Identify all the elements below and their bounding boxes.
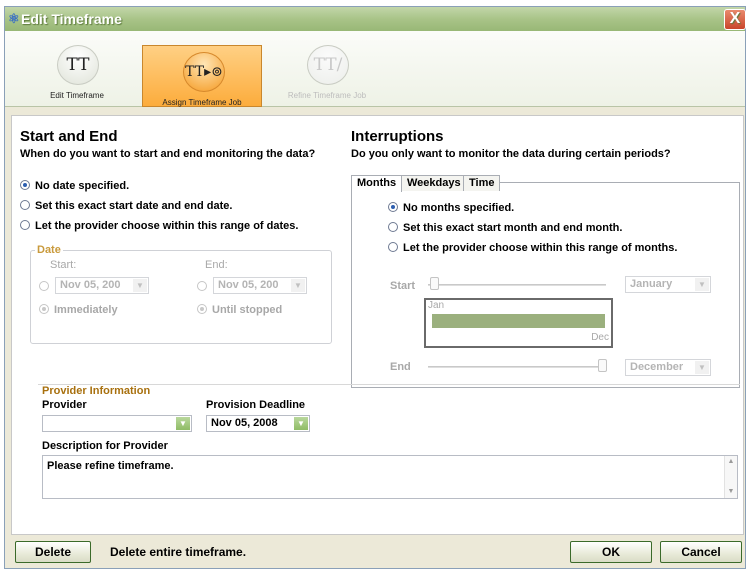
radio-exact-dates[interactable]: Set this exact start date and end date. xyxy=(20,200,232,212)
end-label: End: xyxy=(205,259,228,271)
start-label: Start: xyxy=(50,259,77,271)
provider-label: Provider xyxy=(42,399,87,411)
chevron-down-icon[interactable]: ▼ xyxy=(176,417,190,430)
ok-button[interactable]: OK xyxy=(570,541,652,563)
start-date-picker: Nov 05, 200 ▼ xyxy=(55,277,149,294)
radio-label: Let the provider choose within this rang… xyxy=(403,242,678,254)
start-immediately-option: Immediately xyxy=(39,304,118,316)
end-date-picker: Nov 05, 200 ▼ xyxy=(213,277,307,294)
step-label: Assign Timeframe Job xyxy=(162,98,242,107)
range-to-label: Dec xyxy=(591,332,609,343)
radio-no-months[interactable]: No months specified. xyxy=(388,202,514,214)
chevron-down-icon[interactable]: ▼ xyxy=(294,417,308,430)
radio-button[interactable] xyxy=(20,200,30,210)
window-title: Edit Timeframe xyxy=(21,11,122,27)
description-value: Please refine timeframe. xyxy=(47,460,174,472)
date-group-title: Date xyxy=(35,244,63,256)
interruptions-question: Do you only want to monitor the data dur… xyxy=(351,148,671,160)
radio-label: No date specified. xyxy=(35,180,130,192)
end-slider-thumb xyxy=(598,359,607,372)
radio-label: Immediately xyxy=(54,304,118,316)
start-month-slider xyxy=(428,284,606,286)
step-assign-timeframe-job[interactable]: TT▸⊚ Assign Timeframe Job xyxy=(142,45,262,107)
radio-range-dates[interactable]: Let the provider choose within this rang… xyxy=(20,220,298,232)
wizard-steps: TT Edit Timeframe TT▸⊚ Assign Timeframe … xyxy=(5,31,745,107)
scroll-down-icon[interactable]: ▼ xyxy=(725,486,737,498)
radio-button xyxy=(197,304,207,314)
radio-label: No months specified. xyxy=(403,202,515,214)
chevron-down-icon: ▼ xyxy=(133,279,147,292)
radio-button[interactable] xyxy=(388,242,398,252)
start-date-value: Nov 05, 200 xyxy=(60,279,121,291)
month-range-preview: Jan Dec xyxy=(424,298,613,348)
end-until-stopped-option: Until stopped xyxy=(197,304,282,316)
description-scrollbar[interactable]: ▲ ▼ xyxy=(724,456,737,498)
timeframe-icon: TT xyxy=(57,45,99,85)
radio-button[interactable] xyxy=(20,220,30,230)
chevron-down-icon: ▼ xyxy=(695,361,709,374)
radio-label: Until stopped xyxy=(212,304,283,316)
end-month-label: End xyxy=(390,361,411,373)
edit-timeframe-dialog: ⚛ Edit Timeframe X TT Edit Timeframe TT▸… xyxy=(4,6,746,569)
end-month-value: December xyxy=(630,361,684,373)
refine-job-icon: TT/ xyxy=(307,45,349,85)
radio-exact-months[interactable]: Set this exact start month and end month… xyxy=(388,222,622,234)
end-date-radio xyxy=(197,281,207,291)
provider-section xyxy=(38,384,740,524)
start-month-value: January xyxy=(630,278,673,290)
delete-description: Delete entire timeframe. xyxy=(110,545,247,559)
end-month-slider xyxy=(428,366,606,368)
radio-button[interactable] xyxy=(388,202,398,212)
radio-button xyxy=(39,304,49,314)
step-label: Edit Timeframe xyxy=(50,91,104,100)
start-date-radio xyxy=(39,281,49,291)
step-label: Refine Timeframe Job xyxy=(287,91,367,100)
start-slider-thumb xyxy=(430,277,439,290)
end-month-select: December ▼ xyxy=(625,359,711,376)
app-icon: ⚛ xyxy=(8,11,20,26)
provider-section-title: Provider Information xyxy=(42,385,151,397)
main-panel: Start and End When do you want to start … xyxy=(11,115,744,535)
radio-button[interactable] xyxy=(20,180,30,190)
close-button[interactable]: X xyxy=(724,9,746,30)
end-date-value: Nov 05, 200 xyxy=(218,279,279,291)
title-bar[interactable]: ⚛ Edit Timeframe X xyxy=(5,7,746,31)
provider-select[interactable]: ▼ xyxy=(42,415,192,432)
tab-time[interactable]: Time xyxy=(463,175,501,191)
start-month-label: Start xyxy=(390,280,416,292)
assign-job-icon: TT▸⊚ xyxy=(183,52,225,92)
delete-button[interactable]: Delete xyxy=(15,541,91,563)
tab-months[interactable]: Months xyxy=(351,175,403,192)
start-end-question: When do you want to start and end monito… xyxy=(20,148,316,160)
radio-label: Set this exact start date and end date. xyxy=(35,200,233,212)
radio-no-date[interactable]: No date specified. xyxy=(20,180,129,192)
step-edit-timeframe[interactable]: TT Edit Timeframe xyxy=(17,39,137,103)
tab-weekdays[interactable]: Weekdays xyxy=(401,175,467,191)
description-label: Description for Provider xyxy=(42,440,168,452)
deadline-label: Provision Deadline xyxy=(206,399,306,411)
cancel-button[interactable]: Cancel xyxy=(660,541,742,563)
radio-button[interactable] xyxy=(388,222,398,232)
start-end-heading: Start and End xyxy=(20,128,118,145)
interruptions-heading: Interruptions xyxy=(351,128,444,145)
date-group: Date Start: End: Nov 05, 200 ▼ Nov 05, 2… xyxy=(30,244,332,344)
range-bar xyxy=(432,314,605,328)
radio-label: Let the provider choose within this rang… xyxy=(35,220,299,232)
range-from-label: Jan xyxy=(428,300,445,311)
radio-range-months[interactable]: Let the provider choose within this rang… xyxy=(388,242,677,254)
start-month-select: January ▼ xyxy=(625,276,711,293)
chevron-down-icon: ▼ xyxy=(695,278,709,291)
interruptions-panel: No months specified. Set this exact star… xyxy=(351,182,740,388)
deadline-picker[interactable]: Nov 05, 2008 ▼ xyxy=(206,415,310,432)
scroll-up-icon[interactable]: ▲ xyxy=(725,456,737,468)
chevron-down-icon: ▼ xyxy=(291,279,305,292)
radio-label: Set this exact start month and end month… xyxy=(403,222,623,234)
description-field[interactable]: Please refine timeframe. ▲ ▼ xyxy=(42,455,738,499)
deadline-value: Nov 05, 2008 xyxy=(211,417,278,429)
step-refine-timeframe-job: TT/ Refine Timeframe Job xyxy=(267,39,387,103)
